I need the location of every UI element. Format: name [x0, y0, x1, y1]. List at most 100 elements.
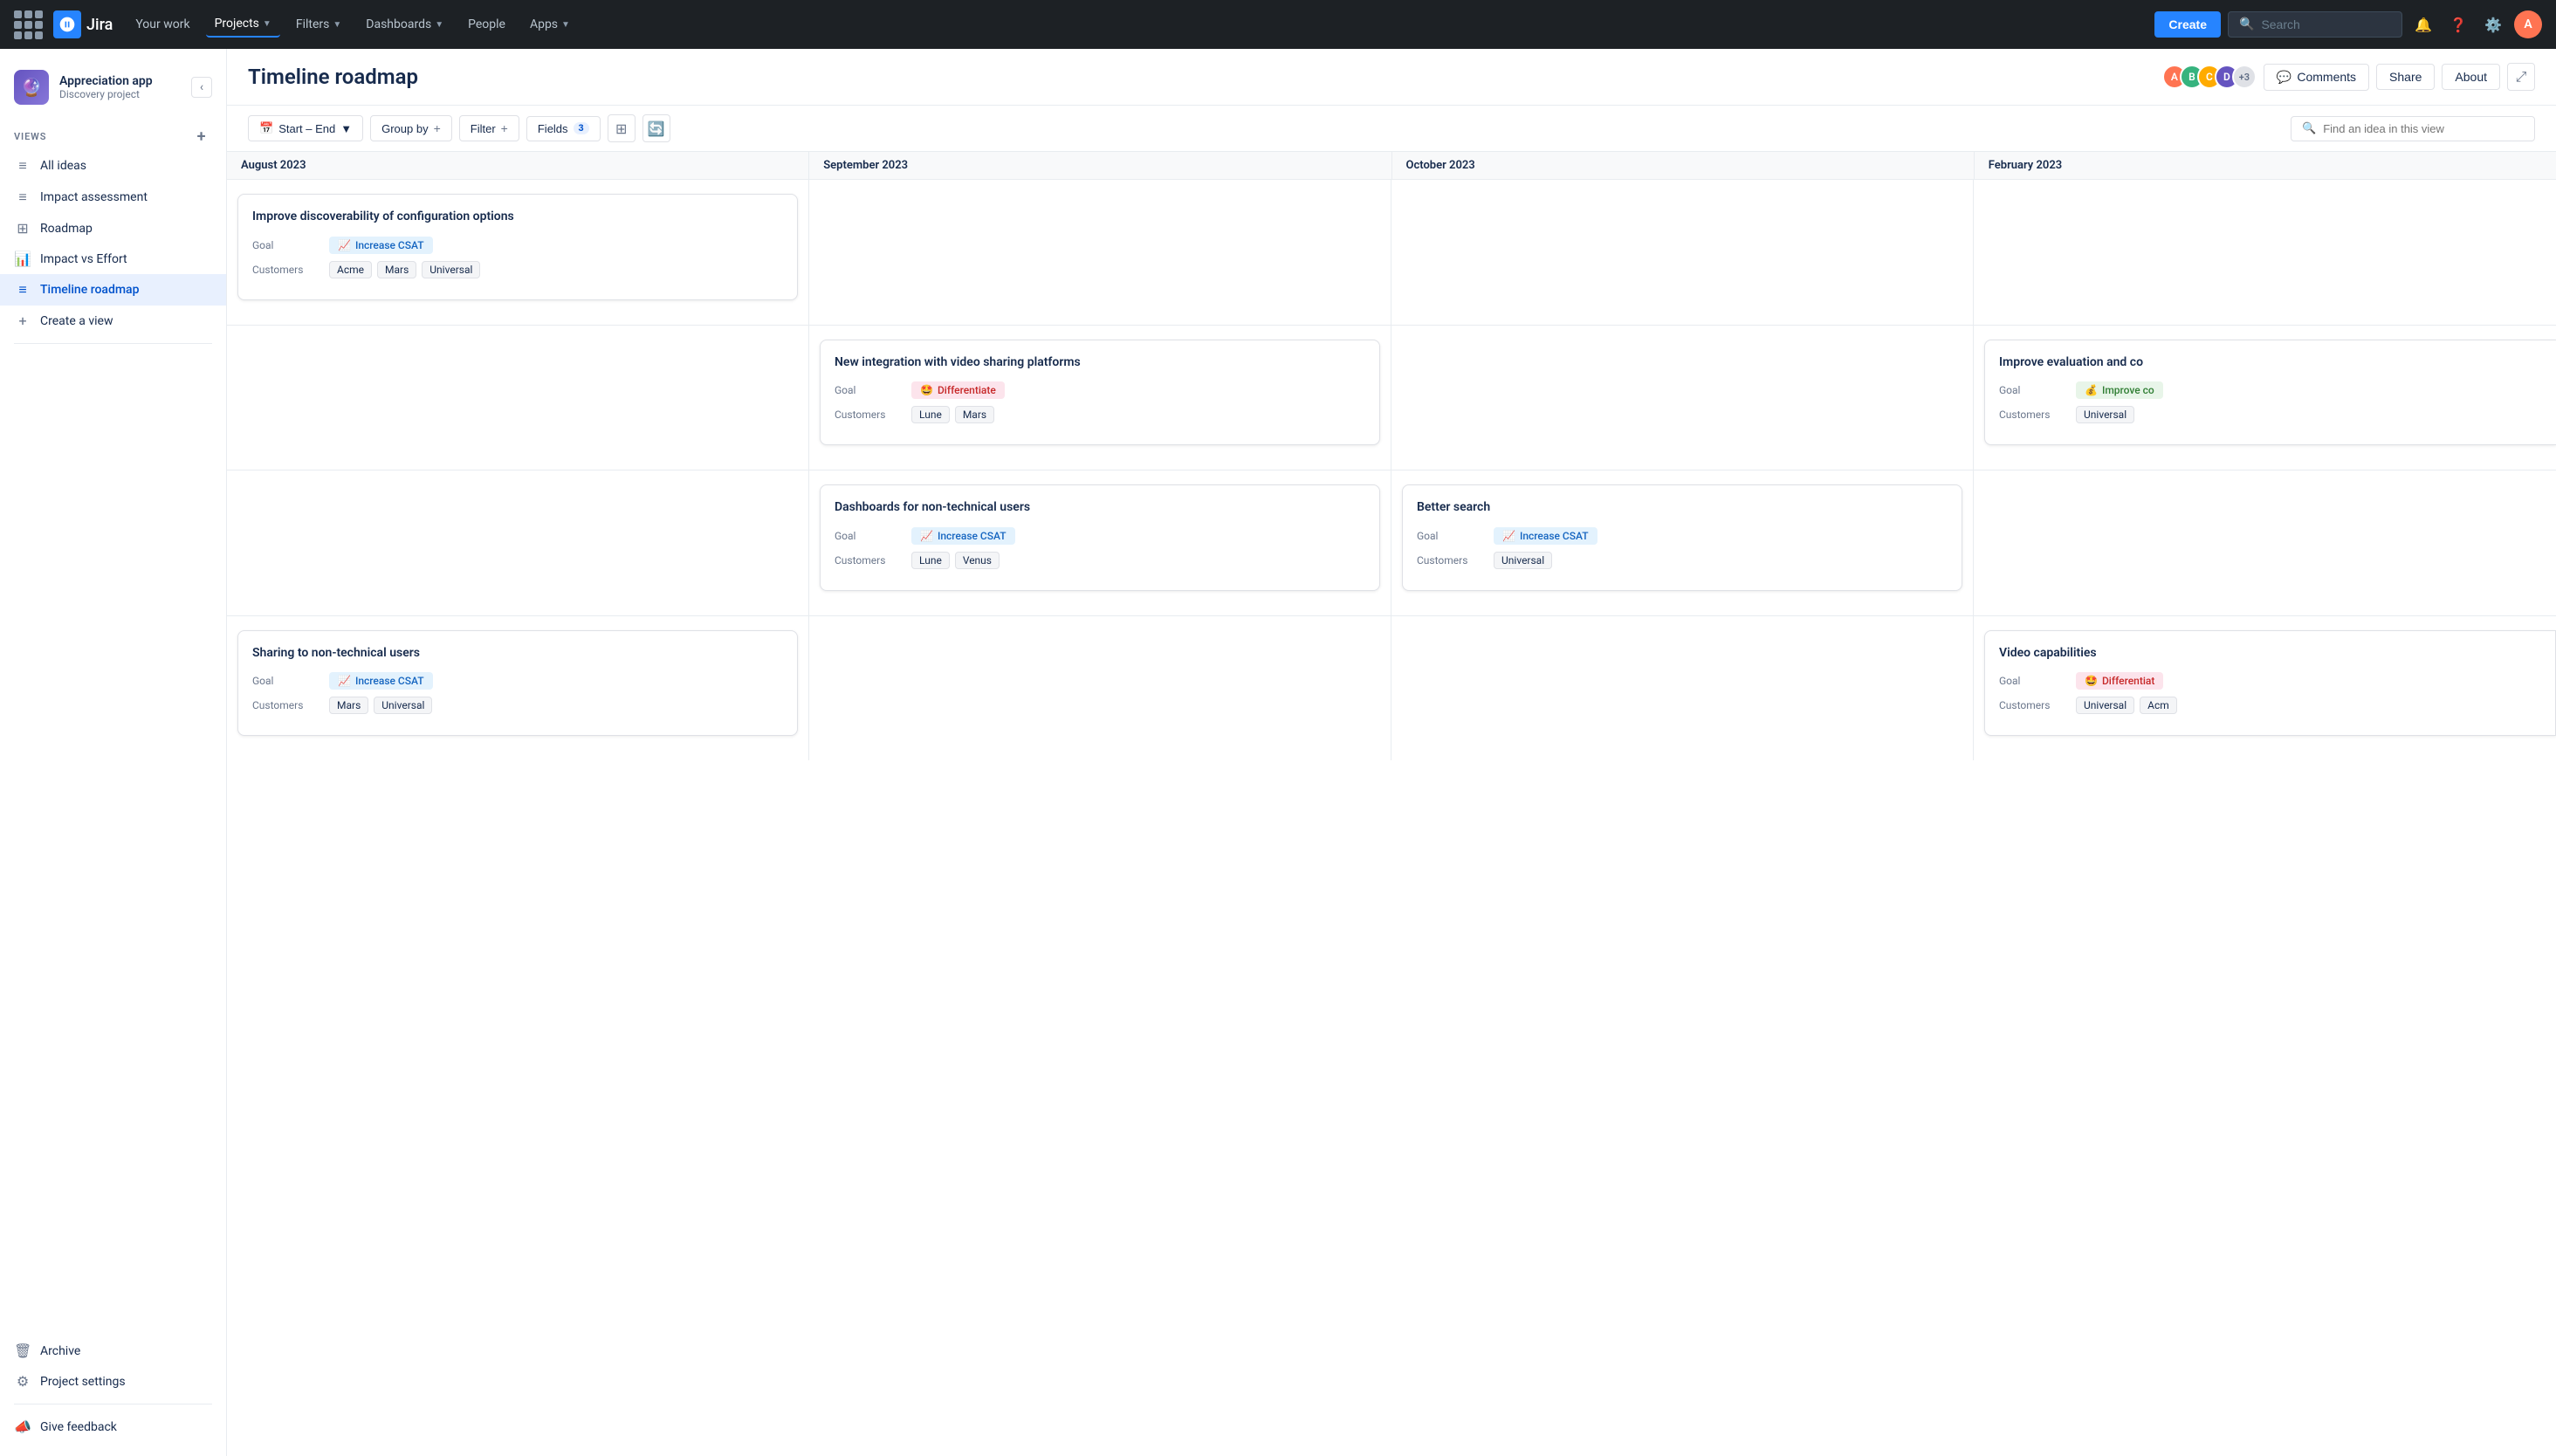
goal-icon: 📈	[338, 675, 351, 687]
chevron-down-icon: ▼	[263, 19, 271, 29]
customers-label: Customers	[252, 699, 322, 711]
goal-text: Differentiat	[2102, 675, 2154, 687]
comments-button[interactable]: 💬 Comments	[2264, 64, 2369, 91]
add-view-button[interactable]: +	[191, 126, 212, 147]
timeline-row-2: New integration with video sharing platf…	[227, 326, 2556, 471]
fullscreen-button[interactable]: ⤢	[2507, 63, 2535, 91]
notifications-icon[interactable]: 🔔	[2409, 10, 2437, 38]
goal-text: Increase CSAT	[1520, 530, 1589, 542]
filter-button[interactable]: Filter +	[459, 115, 519, 141]
feedback-icon: 📣	[14, 1418, 31, 1435]
card-customers-field: Customers Universal	[1999, 406, 2542, 423]
idea-card-7[interactable]: Video capabilities Goal 🤩 Differentiat	[1984, 630, 2556, 737]
jira-logo[interactable]: Jira	[53, 10, 113, 38]
customer-tag: Mars	[377, 261, 416, 278]
customers-label: Customers	[1417, 554, 1487, 567]
customers-value: Universal Acm	[2076, 697, 2177, 714]
search-bar[interactable]: 🔍	[2228, 11, 2402, 38]
sidebar-item-impact-effort[interactable]: 📊 Impact vs Effort	[0, 244, 226, 274]
grid-icon: ⊞	[14, 220, 31, 237]
fields-button[interactable]: Fields 3	[526, 116, 601, 141]
sidebar-item-label: Project settings	[40, 1375, 126, 1389]
app-layout: 🔮 Appreciation app Discovery project ‹ V…	[0, 49, 2556, 1456]
about-button[interactable]: About	[2442, 64, 2500, 90]
idea-card-2[interactable]: New integration with video sharing platf…	[820, 340, 1380, 446]
goal-tag: 📈 Increase CSAT	[911, 527, 1015, 545]
views-section-label: VIEWS +	[0, 119, 226, 150]
user-avatar[interactable]: A	[2514, 10, 2542, 38]
goal-text: Increase CSAT	[355, 239, 424, 251]
search-icon: 🔍	[2239, 17, 2254, 31]
sidebar-bottom: 🗑 Archive ⚙ Project settings 📣 Give feed…	[0, 1336, 226, 1442]
nav-apps[interactable]: Apps ▼	[521, 12, 579, 37]
sidebar-item-give-feedback[interactable]: 📣 Give feedback	[0, 1411, 226, 1442]
card-title: Improve evaluation and co	[1999, 354, 2542, 372]
auto-schedule-button[interactable]: 🔄	[642, 114, 670, 142]
goal-label: Goal	[1417, 530, 1487, 542]
customers-value: Universal	[2076, 406, 2134, 423]
view-toggle-button[interactable]: ⊞	[608, 114, 636, 142]
month-aug: August 2023	[227, 152, 809, 179]
nav-projects[interactable]: Projects ▼	[206, 11, 280, 38]
share-button[interactable]: Share	[2376, 64, 2435, 90]
plus-icon: +	[434, 121, 441, 135]
idea-card-4[interactable]: Dashboards for non-technical users Goal …	[820, 484, 1380, 591]
project-info: Appreciation app Discovery project	[59, 74, 153, 100]
goal-icon: 📈	[1502, 530, 1515, 542]
sidebar-item-timeline-roadmap[interactable]: ≡ Timeline roadmap	[0, 274, 226, 306]
customer-tag: Universal	[2076, 697, 2134, 714]
nav-your-work[interactable]: Your work	[127, 12, 198, 37]
start-end-button[interactable]: 📅 Start – End ▼	[248, 115, 363, 141]
sidebar-item-project-settings[interactable]: ⚙ Project settings	[0, 1366, 226, 1397]
goal-tag: 💰 Improve co	[2076, 381, 2163, 399]
goal-tag: 🤩 Differentiate	[911, 381, 1005, 399]
card-title: Video capabilities	[1999, 645, 2541, 663]
goal-value: 📈 Increase CSAT	[911, 527, 1015, 545]
goal-label: Goal	[1999, 675, 2069, 687]
idea-card-5[interactable]: Better search Goal 📈 Increase CSAT	[1402, 484, 1962, 591]
group-by-button[interactable]: Group by +	[370, 115, 452, 141]
apps-grid-icon[interactable]	[14, 10, 43, 39]
create-button[interactable]: Create	[2154, 11, 2221, 38]
settings-icon[interactable]: ⚙️	[2479, 10, 2507, 38]
project-icon: 🔮	[14, 70, 49, 105]
sidebar-item-all-ideas[interactable]: ≡ All ideas	[0, 150, 226, 182]
page-header: Timeline roadmap A B C D +3 💬 Comments S…	[227, 49, 2556, 106]
idea-card-1[interactable]: Improve discoverability of configuration…	[237, 194, 798, 300]
goal-text: Differentiate	[938, 384, 996, 396]
row1-col-oct	[1391, 180, 1974, 325]
timeline-month-headers: August 2023 September 2023 October 2023 …	[227, 152, 2556, 180]
nav-filters[interactable]: Filters ▼	[287, 12, 350, 37]
nav-dashboards[interactable]: Dashboards ▼	[357, 12, 452, 37]
sidebar-item-roadmap[interactable]: ⊞ Roadmap	[0, 213, 226, 244]
sidebar-item-label: Impact assessment	[40, 190, 148, 204]
goal-label: Goal	[835, 384, 904, 396]
help-icon[interactable]: ❓	[2444, 10, 2472, 38]
goal-value: 🤩 Differentiate	[911, 381, 1005, 399]
row4-col-aug: Sharing to non-technical users Goal 📈 In…	[227, 616, 809, 761]
goal-tag: 🤩 Differentiat	[2076, 672, 2163, 690]
goal-label: Goal	[252, 675, 322, 687]
row2-col-aug	[227, 326, 809, 470]
sidebar-item-label: All ideas	[40, 159, 86, 173]
sidebar-item-archive[interactable]: 🗑 Archive	[0, 1336, 226, 1366]
goal-text: Increase CSAT	[355, 675, 424, 687]
goal-icon: 🤩	[2085, 675, 2098, 687]
jira-logo-text: Jira	[86, 16, 113, 34]
sidebar-item-create-view[interactable]: + Create a view	[0, 306, 226, 336]
row3-col-aug	[227, 470, 809, 615]
fields-count-badge: 3	[574, 122, 589, 134]
nav-people[interactable]: People	[459, 12, 514, 37]
card-goal-field: Goal 🤩 Differentiate	[835, 381, 1365, 399]
search-input[interactable]	[2261, 17, 2383, 31]
customers-value: Mars Universal	[329, 697, 432, 714]
row2-col-oct	[1391, 326, 1974, 470]
idea-search-input[interactable]	[2323, 122, 2524, 135]
sidebar-item-impact-assessment[interactable]: ≡ Impact assessment	[0, 182, 226, 213]
customer-tag: Universal	[2076, 406, 2134, 423]
sidebar-collapse-button[interactable]: ‹	[191, 77, 212, 98]
project-subtitle: Discovery project	[59, 88, 153, 100]
idea-search-field[interactable]: 🔍	[2291, 116, 2535, 141]
idea-card-3[interactable]: Improve evaluation and co Goal 💰 Improve…	[1984, 340, 2556, 446]
idea-card-6[interactable]: Sharing to non-technical users Goal 📈 In…	[237, 630, 798, 737]
